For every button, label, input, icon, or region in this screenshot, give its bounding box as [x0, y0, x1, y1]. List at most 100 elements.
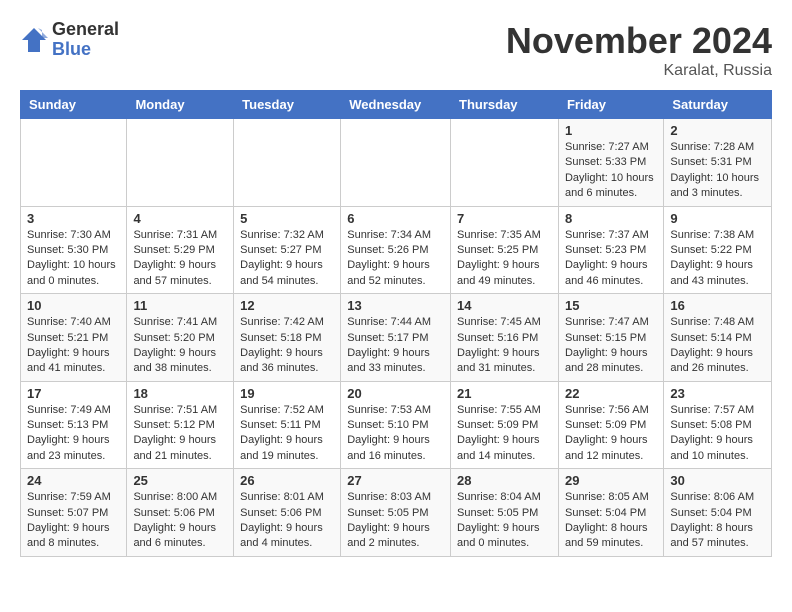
- day-number: 27: [347, 473, 444, 488]
- calendar-cell: 14 Sunrise: 7:45 AM Sunset: 5:16 PM Dayli…: [451, 294, 559, 382]
- calendar-cell: 10Sunrise: 7:40 AM Sunset: 5:21 PM Dayli…: [21, 294, 127, 382]
- day-number: 6: [347, 211, 444, 226]
- header-row: SundayMondayTuesdayWednesdayThursdayFrid…: [21, 91, 772, 119]
- page-header: General Blue November 2024 Karalat, Russ…: [20, 20, 772, 80]
- calendar-cell: 11 Sunrise: 7:41 AM Sunset: 5:20 PM Dayli…: [127, 294, 234, 382]
- cell-info: Sunrise: 7:37 AM Sunset: 5:23 PM Dayligh…: [565, 228, 657, 290]
- cell-info: Sunrise: 7:35 AM Sunset: 5:25 PM Dayligh…: [457, 228, 552, 290]
- calendar-cell: 1 Sunrise: 7:27 AM Sunset: 5:33 PM Daylig…: [558, 119, 663, 207]
- calendar-cell: 2 Sunrise: 7:28 AM Sunset: 5:31 PM Daylig…: [664, 119, 772, 207]
- cell-info: Sunrise: 7:42 AM Sunset: 5:18 PM Dayligh…: [240, 315, 334, 377]
- cell-info: Sunrise: 7:45 AM Sunset: 5:16 PM Dayligh…: [457, 315, 552, 377]
- calendar-cell: 5Sunrise: 7:32 AM Sunset: 5:27 PM Daylig…: [234, 206, 341, 294]
- calendar-cell: [234, 119, 341, 207]
- day-number: 28: [457, 473, 552, 488]
- day-number: 24: [27, 473, 120, 488]
- day-number: 26: [240, 473, 334, 488]
- calendar-cell: 3Sunrise: 7:30 AM Sunset: 5:30 PM Daylig…: [21, 206, 127, 294]
- calendar-week: 10Sunrise: 7:40 AM Sunset: 5:21 PM Dayli…: [21, 294, 772, 382]
- calendar-table: SundayMondayTuesdayWednesdayThursdayFrid…: [20, 90, 772, 557]
- cell-info: Sunrise: 8:06 AM Sunset: 5:04 PM Dayligh…: [670, 490, 765, 552]
- calendar-cell: 8 Sunrise: 7:37 AM Sunset: 5:23 PM Daylig…: [558, 206, 663, 294]
- cell-info: Sunrise: 8:04 AM Sunset: 5:05 PM Dayligh…: [457, 490, 552, 552]
- day-number: 20: [347, 386, 444, 401]
- day-number: 18: [133, 386, 227, 401]
- calendar-cell: 12Sunrise: 7:42 AM Sunset: 5:18 PM Dayli…: [234, 294, 341, 382]
- day-number: 15: [565, 298, 657, 313]
- cell-info: Sunrise: 7:55 AM Sunset: 5:09 PM Dayligh…: [457, 403, 552, 465]
- cell-info: Sunrise: 7:57 AM Sunset: 5:08 PM Dayligh…: [670, 403, 765, 465]
- calendar-week: 1 Sunrise: 7:27 AM Sunset: 5:33 PM Daylig…: [21, 119, 772, 207]
- cell-info: Sunrise: 7:49 AM Sunset: 5:13 PM Dayligh…: [27, 403, 120, 465]
- calendar-cell: 25 Sunrise: 8:00 AM Sunset: 5:06 PM Dayli…: [127, 469, 234, 557]
- cell-info: Sunrise: 7:41 AM Sunset: 5:20 PM Dayligh…: [133, 315, 227, 377]
- cell-info: Sunrise: 7:27 AM Sunset: 5:33 PM Dayligh…: [565, 140, 657, 202]
- calendar-week: 17 Sunrise: 7:49 AM Sunset: 5:13 PM Dayli…: [21, 381, 772, 469]
- cell-info: Sunrise: 7:34 AM Sunset: 5:26 PM Dayligh…: [347, 228, 444, 290]
- logo-text: General Blue: [52, 20, 119, 60]
- day-number: 16: [670, 298, 765, 313]
- day-number: 4: [133, 211, 227, 226]
- calendar-week: 24 Sunrise: 7:59 AM Sunset: 5:07 PM Dayli…: [21, 469, 772, 557]
- location: Karalat, Russia: [506, 62, 772, 80]
- cell-info: Sunrise: 7:32 AM Sunset: 5:27 PM Dayligh…: [240, 228, 334, 290]
- cell-info: Sunrise: 7:47 AM Sunset: 5:15 PM Dayligh…: [565, 315, 657, 377]
- cell-info: Sunrise: 7:30 AM Sunset: 5:30 PM Dayligh…: [27, 228, 120, 290]
- cell-info: Sunrise: 8:00 AM Sunset: 5:06 PM Dayligh…: [133, 490, 227, 552]
- calendar-cell: 16Sunrise: 7:48 AM Sunset: 5:14 PM Dayli…: [664, 294, 772, 382]
- header-day: Wednesday: [341, 91, 451, 119]
- calendar-cell: 15 Sunrise: 7:47 AM Sunset: 5:15 PM Dayli…: [558, 294, 663, 382]
- day-number: 23: [670, 386, 765, 401]
- cell-info: Sunrise: 8:01 AM Sunset: 5:06 PM Dayligh…: [240, 490, 334, 552]
- day-number: 19: [240, 386, 334, 401]
- calendar-week: 3Sunrise: 7:30 AM Sunset: 5:30 PM Daylig…: [21, 206, 772, 294]
- calendar-cell: 19Sunrise: 7:52 AM Sunset: 5:11 PM Dayli…: [234, 381, 341, 469]
- logo-general: General: [52, 20, 119, 40]
- calendar-cell: 29 Sunrise: 8:05 AM Sunset: 5:04 PM Dayli…: [558, 469, 663, 557]
- calendar-cell: 6 Sunrise: 7:34 AM Sunset: 5:26 PM Daylig…: [341, 206, 451, 294]
- day-number: 21: [457, 386, 552, 401]
- title-block: November 2024 Karalat, Russia: [506, 20, 772, 80]
- day-number: 14: [457, 298, 552, 313]
- calendar-cell: 20 Sunrise: 7:53 AM Sunset: 5:10 PM Dayli…: [341, 381, 451, 469]
- day-number: 11: [133, 298, 227, 313]
- calendar-cell: 26 Sunrise: 8:01 AM Sunset: 5:06 PM Dayli…: [234, 469, 341, 557]
- cell-info: Sunrise: 8:03 AM Sunset: 5:05 PM Dayligh…: [347, 490, 444, 552]
- header-day: Tuesday: [234, 91, 341, 119]
- calendar-cell: 13Sunrise: 7:44 AM Sunset: 5:17 PM Dayli…: [341, 294, 451, 382]
- day-number: 25: [133, 473, 227, 488]
- day-number: 8: [565, 211, 657, 226]
- calendar-cell: [127, 119, 234, 207]
- day-number: 30: [670, 473, 765, 488]
- cell-info: Sunrise: 7:28 AM Sunset: 5:31 PM Dayligh…: [670, 140, 765, 202]
- calendar-body: 1 Sunrise: 7:27 AM Sunset: 5:33 PM Daylig…: [21, 119, 772, 557]
- calendar-cell: 21 Sunrise: 7:55 AM Sunset: 5:09 PM Dayli…: [451, 381, 559, 469]
- calendar-header: SundayMondayTuesdayWednesdayThursdayFrid…: [21, 91, 772, 119]
- calendar-cell: 30 Sunrise: 8:06 AM Sunset: 5:04 PM Dayli…: [664, 469, 772, 557]
- header-day: Monday: [127, 91, 234, 119]
- calendar-cell: 9 Sunrise: 7:38 AM Sunset: 5:22 PM Daylig…: [664, 206, 772, 294]
- cell-info: Sunrise: 7:44 AM Sunset: 5:17 PM Dayligh…: [347, 315, 444, 377]
- calendar-cell: [451, 119, 559, 207]
- calendar-cell: 17 Sunrise: 7:49 AM Sunset: 5:13 PM Dayli…: [21, 381, 127, 469]
- day-number: 10: [27, 298, 120, 313]
- day-number: 9: [670, 211, 765, 226]
- header-day: Thursday: [451, 91, 559, 119]
- calendar-cell: 22Sunrise: 7:56 AM Sunset: 5:09 PM Dayli…: [558, 381, 663, 469]
- day-number: 7: [457, 211, 552, 226]
- day-number: 17: [27, 386, 120, 401]
- calendar-cell: 23 Sunrise: 7:57 AM Sunset: 5:08 PM Dayli…: [664, 381, 772, 469]
- cell-info: Sunrise: 7:38 AM Sunset: 5:22 PM Dayligh…: [670, 228, 765, 290]
- cell-info: Sunrise: 7:31 AM Sunset: 5:29 PM Dayligh…: [133, 228, 227, 290]
- calendar-cell: 4 Sunrise: 7:31 AM Sunset: 5:29 PM Daylig…: [127, 206, 234, 294]
- header-day: Sunday: [21, 91, 127, 119]
- cell-info: Sunrise: 7:53 AM Sunset: 5:10 PM Dayligh…: [347, 403, 444, 465]
- cell-info: Sunrise: 7:59 AM Sunset: 5:07 PM Dayligh…: [27, 490, 120, 552]
- day-number: 1: [565, 123, 657, 138]
- cell-info: Sunrise: 8:05 AM Sunset: 5:04 PM Dayligh…: [565, 490, 657, 552]
- day-number: 2: [670, 123, 765, 138]
- cell-info: Sunrise: 7:51 AM Sunset: 5:12 PM Dayligh…: [133, 403, 227, 465]
- day-number: 29: [565, 473, 657, 488]
- logo-icon: [20, 26, 48, 54]
- logo-blue: Blue: [52, 40, 119, 60]
